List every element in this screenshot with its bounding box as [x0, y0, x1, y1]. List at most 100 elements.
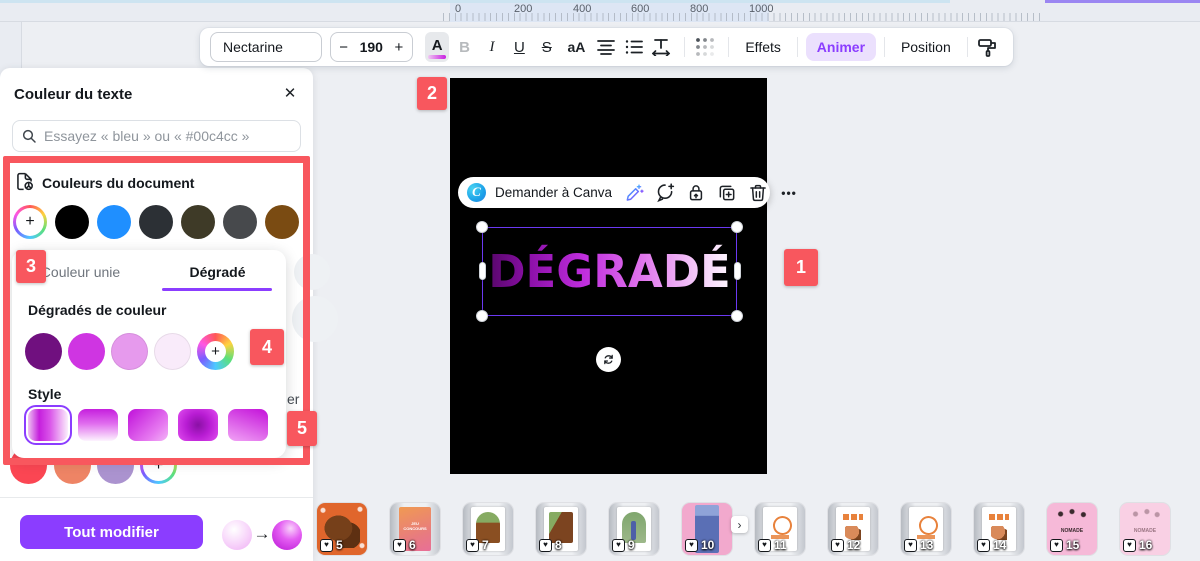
document-color-swatch[interactable] [97, 205, 131, 239]
page-thumbnail[interactable]: ♥ 13 [901, 503, 951, 555]
position-button[interactable]: Position [893, 39, 959, 55]
comment-button[interactable] [654, 182, 676, 204]
page-number: 7 [482, 538, 489, 552]
transparency-checker-icon [696, 38, 715, 56]
ask-canva-button[interactable]: Demander à Canva [495, 185, 612, 200]
selection-handle-top-right[interactable] [731, 221, 743, 233]
text-color-button[interactable]: A [424, 32, 450, 62]
gradient-options-card: Couleur unie Dégradé Dégradés de couleur… [12, 250, 286, 458]
expand-pages-button[interactable]: › [731, 516, 748, 533]
copy-style-button[interactable] [976, 32, 1000, 62]
page-thumbnail[interactable]: ♥ 10 [682, 503, 732, 555]
font-size-increase-button[interactable]: + [386, 39, 412, 56]
gradient-style-diagonal-2[interactable] [228, 409, 268, 441]
page-thumbnail[interactable]: ♥ 9 [609, 503, 659, 555]
selection-box[interactable] [482, 227, 737, 316]
bold-button[interactable]: B [452, 32, 476, 62]
align-center-icon [597, 40, 616, 55]
selection-handle-right[interactable] [734, 262, 741, 280]
selection-handle-bottom-left[interactable] [476, 310, 488, 322]
effects-button[interactable]: Effets [737, 39, 789, 55]
gradient-style-radial[interactable] [178, 409, 218, 441]
panel-title: Couleur du texte [14, 86, 133, 103]
font-size-decrease-button[interactable]: − [331, 39, 357, 56]
duplicate-button[interactable] [716, 182, 738, 204]
canva-assistant-icon[interactable]: C [467, 183, 486, 202]
gradient-color-swatch[interactable] [25, 333, 62, 370]
page-thumbnail[interactable]: NOMADE ♥ 15 [1047, 503, 1097, 555]
letter-spacing-button[interactable] [649, 32, 673, 62]
heart-icon: ♥ [466, 538, 479, 552]
toolbar-divider [966, 37, 968, 57]
page-number: 11 [774, 538, 787, 552]
panel-divider [0, 497, 313, 498]
heart-icon: ♥ [539, 538, 552, 552]
ruler-tick-label: 200 [514, 3, 533, 15]
font-family-selector[interactable]: Nectarine [210, 32, 322, 62]
page-number: 15 [1066, 538, 1080, 552]
magic-pen-icon [626, 183, 644, 201]
delete-button[interactable] [747, 182, 769, 204]
underline-button[interactable]: U [507, 32, 531, 62]
gradient-color-swatch[interactable] [154, 333, 191, 370]
document-color-swatch[interactable] [55, 205, 89, 239]
selection-handle-bottom-right[interactable] [731, 310, 743, 322]
page-thumbnail[interactable]: ♥ 11 [755, 503, 805, 555]
font-size-value[interactable]: 190 [360, 39, 383, 55]
tab-gradient[interactable]: Dégradé [149, 264, 286, 280]
list-button[interactable] [621, 32, 645, 62]
text-case-button[interactable]: aA [562, 32, 591, 62]
rotate-handle[interactable] [596, 347, 621, 372]
ruler-tick-label: 800 [690, 3, 709, 15]
page-thumbnail[interactable]: ♥ 5 [317, 503, 367, 555]
gradient-style-horizontal[interactable] [24, 405, 72, 445]
search-icon [22, 129, 36, 143]
page-number: 12 [847, 538, 861, 552]
page-thumbnail[interactable]: ♥ 8 [536, 503, 586, 555]
transparency-button[interactable] [693, 32, 717, 62]
add-color-button[interactable] [13, 205, 47, 239]
selection-handle-left[interactable] [479, 262, 486, 280]
close-panel-button[interactable]: ✕ [278, 81, 302, 105]
animate-button[interactable]: Animer [805, 33, 877, 61]
page-thumbnail[interactable]: JEU CONCOURS ♥ 6 [390, 503, 440, 555]
magic-edit-button[interactable] [623, 182, 645, 204]
document-color-swatch[interactable] [181, 205, 215, 239]
text-align-button[interactable] [594, 32, 618, 62]
document-color-swatch[interactable] [223, 205, 257, 239]
annotation-badge-4: 4 [250, 329, 284, 365]
lock-icon [689, 184, 703, 200]
font-size-stepper[interactable]: − 190 + [329, 32, 413, 62]
apply-to-all-button[interactable]: Tout modifier [20, 515, 203, 549]
page-number: 8 [555, 538, 562, 552]
strikethrough-button[interactable]: S [535, 32, 559, 62]
italic-button[interactable]: I [480, 32, 504, 62]
more-options-button[interactable]: ••• [778, 182, 800, 204]
style-label: Style [28, 386, 62, 402]
page-number: 5 [336, 538, 343, 552]
color-search-input[interactable] [44, 128, 274, 144]
lock-button[interactable] [685, 182, 707, 204]
annotation-badge-1: 1 [784, 249, 818, 286]
heart-icon: ♥ [904, 538, 917, 552]
page-thumbnail[interactable]: ♥ 12 [828, 503, 878, 555]
gradient-style-vertical[interactable] [78, 409, 118, 441]
page-thumbnail[interactable]: ♥ 7 [463, 503, 513, 555]
text-color-letter: A [431, 36, 443, 54]
gradient-color-swatch[interactable] [111, 333, 148, 370]
document-color-swatch[interactable] [265, 205, 299, 239]
top-progress-line-blue [0, 0, 950, 3]
page-number: 14 [993, 538, 1007, 552]
toolbar-divider [684, 37, 686, 57]
document-colors-icon [17, 172, 33, 191]
add-gradient-color-button[interactable] [197, 333, 234, 370]
selection-handle-top-left[interactable] [476, 221, 488, 233]
gradient-color-swatch[interactable] [68, 333, 105, 370]
color-search-box[interactable] [12, 120, 301, 152]
text-color-gradient-bar [428, 54, 447, 59]
gradient-style-diagonal[interactable] [128, 409, 168, 441]
ruler-tick-label: 400 [573, 3, 592, 15]
page-thumbnail[interactable]: ♥ 14 [974, 503, 1024, 555]
page-thumbnail[interactable]: NOMADE ♥ 16 [1120, 503, 1170, 555]
document-color-swatch[interactable] [139, 205, 173, 239]
